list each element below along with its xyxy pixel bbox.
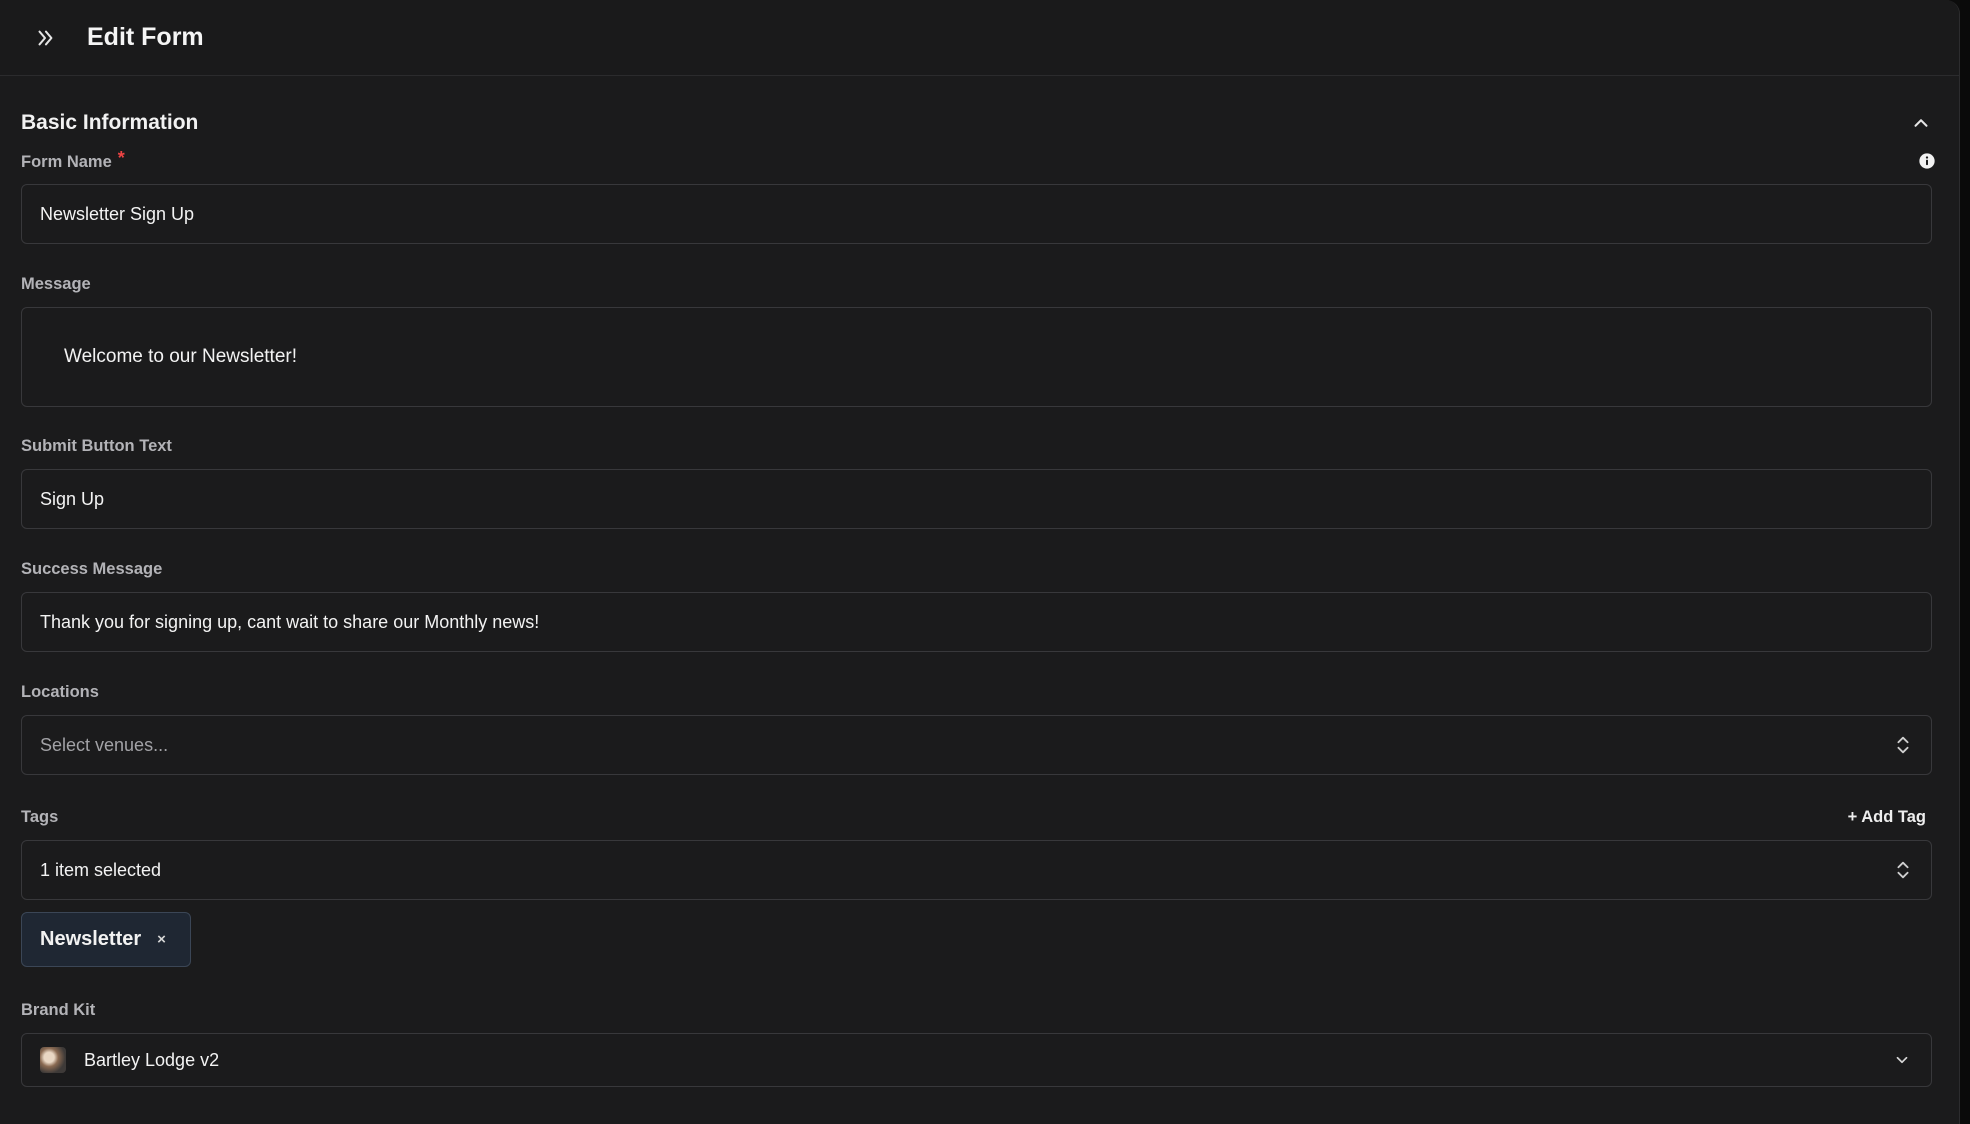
message-editor[interactable]: Welcome to our Newsletter! <box>21 307 1932 407</box>
brand-kit-name: Bartley Lodge v2 <box>84 1049 220 1070</box>
locations-placeholder: Select venues... <box>40 734 169 755</box>
edit-form-window: Edit Form Basic Information Form Name * N… <box>0 0 1960 1124</box>
required-marker: * <box>117 147 125 168</box>
message-label-row: Message <box>21 273 1938 295</box>
success-message-input[interactable]: Thank you for signing up, cant wait to s… <box>21 592 1932 652</box>
tag-chip-label: Newsletter <box>40 928 142 950</box>
submit-button-text-input[interactable]: Sign Up <box>21 469 1932 529</box>
collapse-section-button[interactable] <box>1906 108 1936 138</box>
brand-kit-value: Bartley Lodge v2 <box>40 1047 219 1073</box>
form-name-label: Form Name * <box>21 147 125 172</box>
add-tag-button[interactable]: + Add Tag <box>1848 808 1926 827</box>
brand-kit-avatar <box>40 1047 66 1073</box>
remove-tag-button[interactable]: × <box>157 931 166 948</box>
brand-kit-select[interactable]: Bartley Lodge v2 <box>21 1033 1932 1087</box>
tags-label: Tags <box>21 807 59 826</box>
window-edge <box>1960 0 1970 1124</box>
chevron-up-icon <box>1914 119 1928 127</box>
top-bar: Edit Form <box>0 0 1959 76</box>
submit-text-label-row: Submit Button Text <box>21 435 1938 457</box>
brand-kit-label-row: Brand Kit <box>21 999 1938 1021</box>
chevron-down-icon <box>1896 1056 1908 1064</box>
chevrons-right-icon <box>38 30 53 45</box>
form-name-input[interactable]: Newsletter Sign Up <box>21 184 1932 244</box>
tags-label-row: Tags + Add Tag <box>21 806 1938 828</box>
expand-sidebar-button[interactable] <box>30 23 60 53</box>
success-message-label: Success Message <box>21 559 163 578</box>
tags-select[interactable]: 1 item selected <box>21 840 1932 900</box>
brand-kit-label: Brand Kit <box>21 1000 96 1019</box>
submit-button-text-label: Submit Button Text <box>21 436 172 455</box>
locations-label-row: Locations <box>21 681 1938 703</box>
form-name-label-row: Form Name * <box>21 147 1938 172</box>
info-icon[interactable] <box>1918 152 1936 170</box>
tag-chip-newsletter: Newsletter × <box>21 912 191 967</box>
locations-select[interactable]: Select venues... <box>21 715 1932 775</box>
section-title: Basic Information <box>21 111 199 134</box>
message-label: Message <box>21 274 91 293</box>
form-name-label-text: Form Name <box>21 152 112 171</box>
success-message-label-row: Success Message <box>21 558 1938 580</box>
page-title: Edit Form <box>87 23 204 51</box>
form-content: Basic Information Form Name * Newsletter … <box>0 76 1959 1087</box>
chevrons-up-down-icon <box>1897 861 1909 879</box>
tags-selected-count: 1 item selected <box>40 859 162 880</box>
chevrons-up-down-icon <box>1897 736 1909 754</box>
locations-label: Locations <box>21 682 99 701</box>
